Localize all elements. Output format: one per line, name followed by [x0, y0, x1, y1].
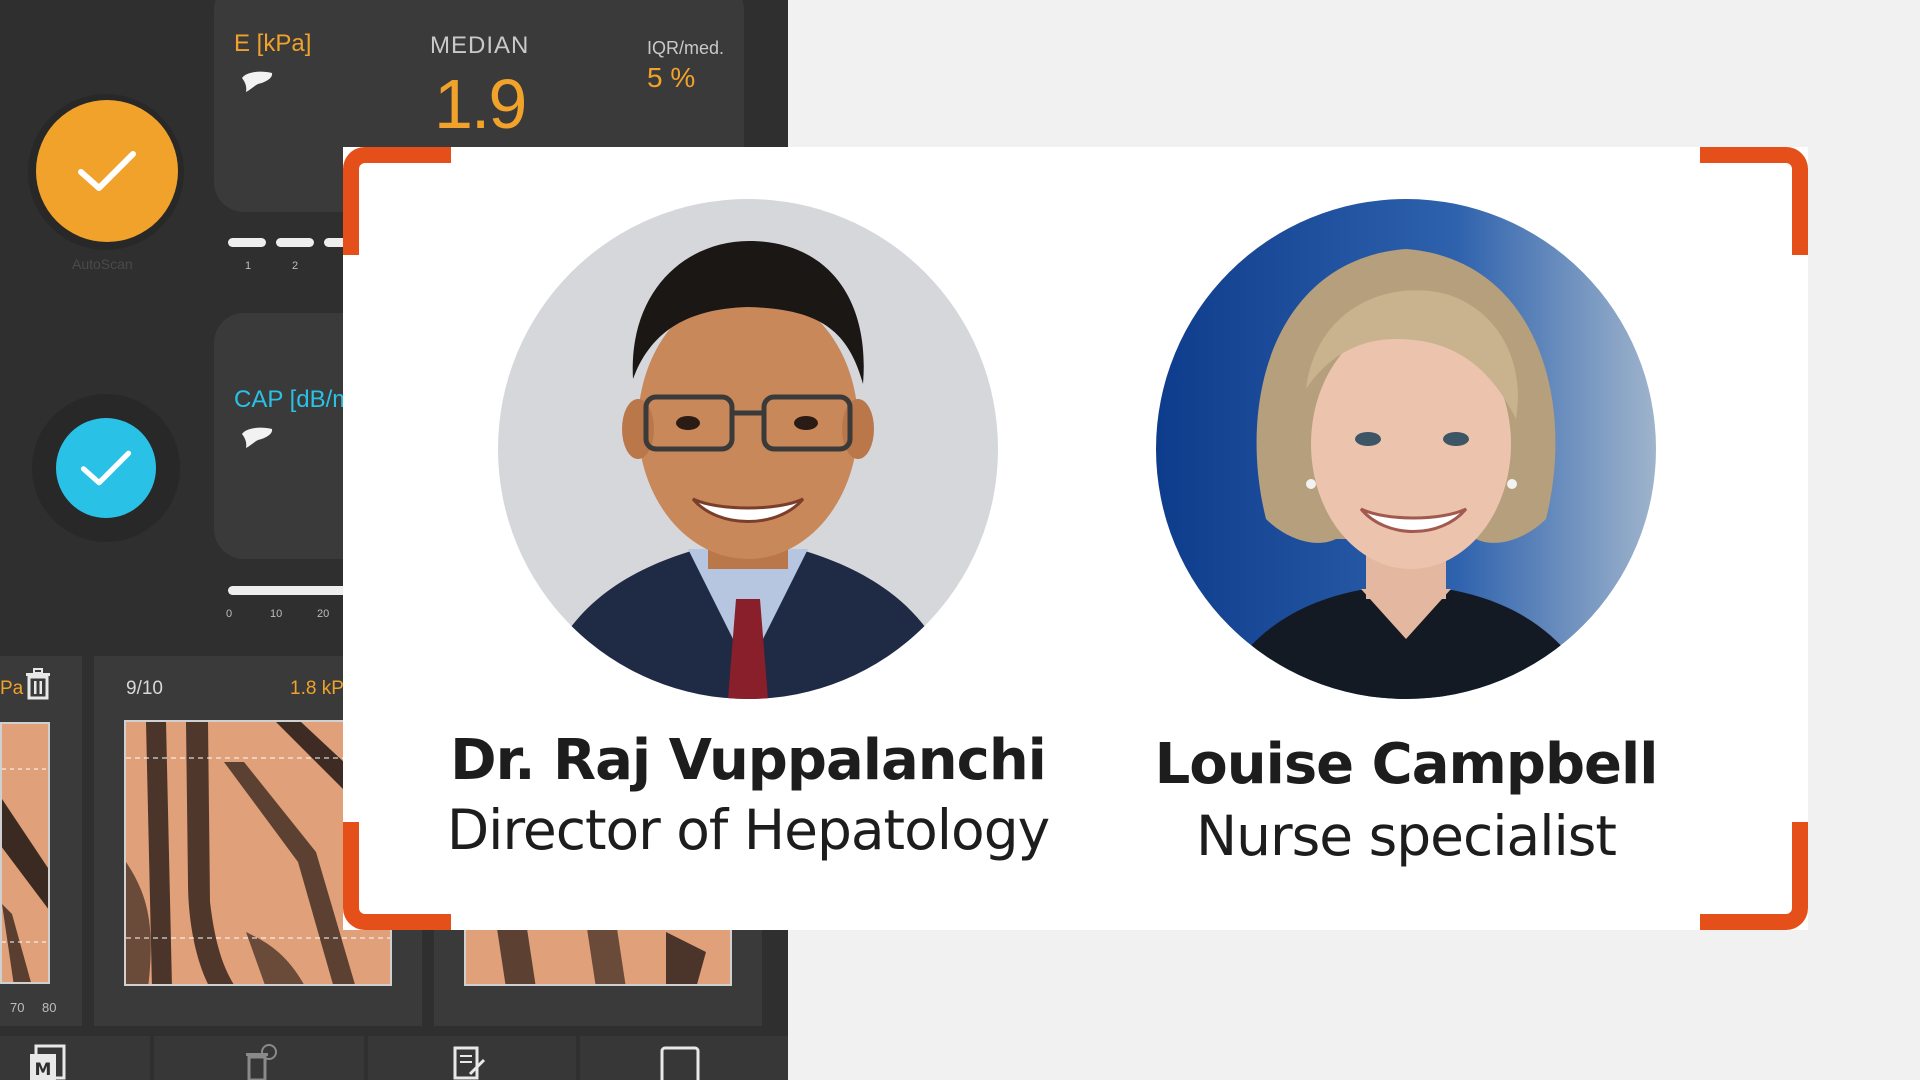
- autoscan-cap-button[interactable]: [56, 418, 156, 518]
- cap-slider[interactable]: [228, 586, 358, 595]
- median-label: MEDIAN: [430, 32, 530, 59]
- cap-axis-tick: 0: [226, 608, 233, 620]
- checkmark-icon: [78, 151, 136, 191]
- measurement-mode-icon: M: [30, 1044, 66, 1080]
- report-edit-icon: [453, 1046, 486, 1080]
- progress-tick: 2: [292, 260, 299, 272]
- avatar: [1156, 199, 1656, 699]
- corner-bracket: [343, 147, 451, 255]
- svg-text:M: M: [35, 1060, 52, 1080]
- progress-tick: 1: [245, 260, 252, 272]
- autoscan-elasticity-button[interactable]: [36, 100, 178, 242]
- checkmark-icon: [80, 450, 132, 486]
- toolbar-cell[interactable]: [580, 1036, 788, 1080]
- cap-axis-tick: 10: [270, 608, 283, 620]
- avatar: [498, 199, 998, 699]
- thumbnail-value: 1.8 kP: [290, 678, 344, 699]
- delete-all-icon: [246, 1044, 277, 1080]
- liver-icon: [242, 427, 273, 448]
- person-name: Louise Campbell: [1154, 732, 1659, 797]
- cap-label: CAP [dB/m: [234, 386, 353, 413]
- toolbar-cell[interactable]: M: [0, 1036, 150, 1080]
- iqr-value: 5 %: [647, 62, 696, 93]
- thumbnail-value: Pa: [0, 678, 24, 699]
- person-role: Director of Hepatology: [446, 798, 1050, 862]
- corner-bracket: [1700, 147, 1808, 255]
- person-name: Dr. Raj Vuppalanchi: [450, 728, 1047, 793]
- portrait-illustration: [1156, 199, 1656, 699]
- person-role: Nurse specialist: [1196, 804, 1617, 868]
- page-icon: [660, 1046, 700, 1080]
- elasticity-label: E [kPa]: [234, 30, 312, 57]
- measurement-progress: [228, 238, 362, 247]
- trash-icon[interactable]: [24, 668, 52, 700]
- thumbnail-axis-tick: 70: [10, 1000, 25, 1015]
- portrait-illustration: [498, 199, 998, 699]
- progress-dash: [276, 238, 314, 247]
- iqr-label: IQR/med.: [647, 38, 725, 58]
- cap-axis-tick: 20: [317, 608, 330, 620]
- thumbnail-count: 9/10: [126, 678, 163, 699]
- progress-dash: [228, 238, 266, 247]
- autoscan-label: AutoScan: [72, 256, 133, 272]
- toolbar-cell[interactable]: [368, 1036, 576, 1080]
- thumbnail-axis-tick: 80: [42, 1000, 57, 1015]
- median-value: 1.9: [434, 65, 527, 143]
- liver-icon: [242, 71, 273, 92]
- toolbar-cell[interactable]: [154, 1036, 364, 1080]
- elastogram-image: [0, 722, 50, 984]
